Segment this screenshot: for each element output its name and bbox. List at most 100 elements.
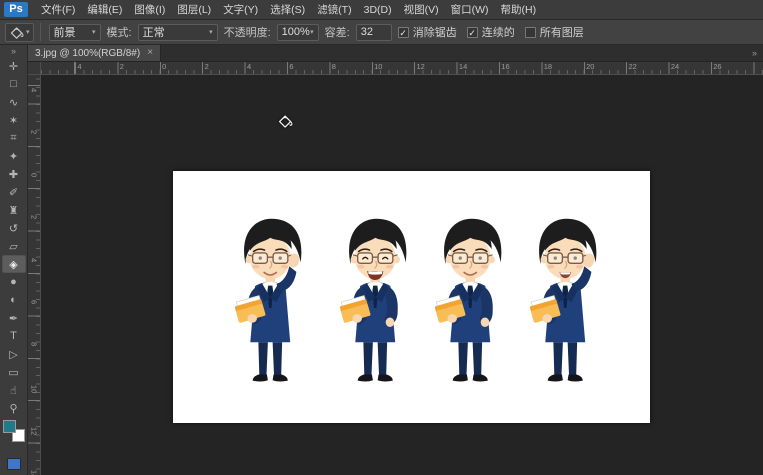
tool-icon: ☝ xyxy=(10,384,17,397)
tool-icon: ✦ xyxy=(9,150,18,163)
menu-view[interactable]: 视图(V) xyxy=(398,0,445,19)
tool-icon: ▭ xyxy=(8,366,18,379)
fill-source-value: 前景 xyxy=(54,24,76,40)
ruler-label: 20 xyxy=(584,62,626,71)
toolbar-collapse-icon[interactable]: » xyxy=(11,46,16,57)
tolerance-field[interactable]: 32 xyxy=(356,24,392,41)
history-brush-tool[interactable]: ↺ xyxy=(2,219,26,237)
paint-bucket-icon xyxy=(9,25,24,40)
tool-icon: ▷ xyxy=(9,348,17,361)
blur-tool[interactable]: ● xyxy=(2,273,26,291)
ruler-label: 26 xyxy=(711,62,753,71)
ruler-label: 8 xyxy=(30,340,39,382)
close-icon[interactable]: × xyxy=(147,48,153,58)
menu-image[interactable]: 图像(I) xyxy=(128,0,171,19)
tool-icon: ▱ xyxy=(9,240,17,253)
ruler-label: 18 xyxy=(542,62,584,71)
eyedropper-tool[interactable]: ✦ xyxy=(2,147,26,165)
photoshop-window: Ps 文件(F)编辑(E)图像(I)图层(L)文字(Y)选择(S)滤镜(T)3D… xyxy=(0,0,763,475)
paint-bucket-cursor xyxy=(277,113,293,134)
document-tab[interactable]: 3.jpg @ 100%(RGB/8#) × xyxy=(28,45,161,61)
tool-icon: ● xyxy=(10,276,17,288)
tool-icon: ↺ xyxy=(9,222,18,235)
tool-icon: T xyxy=(10,330,17,342)
ruler-label: 6 xyxy=(30,298,39,340)
marquee-tool[interactable]: □ xyxy=(2,75,26,93)
ruler-label: 2 xyxy=(30,128,39,170)
checkbox-label: 连续的 xyxy=(482,24,515,40)
checkbox-box: ✓ xyxy=(467,27,478,38)
fill-source-select[interactable]: 前景 ▾ xyxy=(49,24,101,41)
menu-type[interactable]: 文字(Y) xyxy=(217,0,264,19)
ruler-label: 8 xyxy=(330,62,372,71)
ruler-label: 12 xyxy=(30,425,39,467)
clone-stamp-tool[interactable]: ♜ xyxy=(2,201,26,219)
divider xyxy=(40,23,41,41)
ruler-label: 14 xyxy=(30,468,39,475)
opacity-label: 不透明度: xyxy=(224,24,271,40)
ruler-label: 2 xyxy=(30,213,39,255)
shape-tool[interactable]: ▭ xyxy=(2,363,26,381)
ruler-label: 6 xyxy=(287,62,329,71)
checkbox-contiguous[interactable]: ✓ 连续的 xyxy=(467,24,515,40)
brush-tool[interactable]: ✐ xyxy=(2,183,26,201)
menu-filter[interactable]: 滤镜(T) xyxy=(311,0,357,19)
screen-mode-button[interactable] xyxy=(7,458,21,470)
checkbox-label: 所有图层 xyxy=(540,24,584,40)
menu-edit[interactable]: 编辑(E) xyxy=(81,0,128,19)
blend-mode-select[interactable]: 正常 ▾ xyxy=(138,24,218,41)
opacity-field[interactable]: 100% ▾ xyxy=(277,24,319,41)
menu-layer[interactable]: 图层(L) xyxy=(171,0,217,19)
canvas-area[interactable] xyxy=(41,75,763,475)
tool-icon: □ xyxy=(10,78,17,90)
tolerance-value: 32 xyxy=(361,26,373,38)
tool-preset-picker[interactable]: ▾ xyxy=(5,23,34,42)
menu-select[interactable]: 选择(S) xyxy=(264,0,311,19)
ruler-label: 10 xyxy=(372,62,414,71)
canvas-row: 4202468101214 xyxy=(28,75,763,475)
horizontal-ruler[interactable]: 64202468101214161820222426 xyxy=(41,62,763,75)
path-selection-tool[interactable]: ▷ xyxy=(2,345,26,363)
vertical-ruler[interactable]: 4202468101214 xyxy=(28,75,41,475)
tool-icon: ◈ xyxy=(9,258,17,271)
checkbox-box: ✓ xyxy=(398,27,409,38)
zoom-tool[interactable]: ⚲ xyxy=(2,399,26,417)
checkbox-anti-alias[interactable]: ✓ 消除锯齿 xyxy=(398,24,457,40)
tool-icon: ∿ xyxy=(9,96,18,109)
horizontal-ruler-labels: 64202468101214161820222426 xyxy=(41,62,754,71)
chevron-down-icon: ▾ xyxy=(310,28,314,36)
ruler-label: 24 xyxy=(669,62,711,71)
paint-bucket-tool[interactable]: ◈ xyxy=(2,255,26,273)
ruler-label: 0 xyxy=(30,171,39,213)
dodge-tool[interactable]: ◐ xyxy=(2,291,26,309)
ruler-label: 4 xyxy=(245,62,287,71)
foreground-color-swatch[interactable] xyxy=(3,420,16,433)
eraser-tool[interactable]: ▱ xyxy=(2,237,26,255)
tool-icon: ✛ xyxy=(9,60,18,73)
vertical-ruler-labels: 4202468101214 xyxy=(28,86,40,475)
tools-panel: » ✛ □ ∿ ✶ ⌗ ✦ ✚ ✐ ♜ xyxy=(0,45,28,475)
chevron-down-icon: ▾ xyxy=(26,28,30,36)
move-tool[interactable]: ✛ xyxy=(2,57,26,75)
ruler-label: 22 xyxy=(626,62,668,71)
menu-file[interactable]: 文件(F) xyxy=(35,0,81,19)
lasso-tool[interactable]: ∿ xyxy=(2,93,26,111)
tolerance-label: 容差: xyxy=(325,24,350,40)
quick-selection-tool[interactable]: ✶ xyxy=(2,111,26,129)
crop-tool[interactable]: ⌗ xyxy=(2,129,26,147)
type-tool[interactable]: T xyxy=(2,327,26,345)
menu-help[interactable]: 帮助(H) xyxy=(495,0,543,19)
menu-3d[interactable]: 3D(D) xyxy=(358,0,398,19)
checkbox-all-layers[interactable]: 所有图层 xyxy=(525,24,584,40)
document-tab-bar: 3.jpg @ 100%(RGB/8#) × » xyxy=(28,45,763,62)
tool-icon: ✚ xyxy=(9,168,18,181)
healing-brush-tool[interactable]: ✚ xyxy=(2,165,26,183)
document-image[interactable] xyxy=(173,171,650,423)
menu-window[interactable]: 窗口(W) xyxy=(445,0,495,19)
color-swatches xyxy=(3,420,25,442)
hand-tool[interactable]: ☝ xyxy=(2,381,26,399)
pen-tool[interactable]: ✒ xyxy=(2,309,26,327)
ruler-label: 16 xyxy=(499,62,541,71)
panel-collapse-icon[interactable]: » xyxy=(752,48,763,58)
document-area: 3.jpg @ 100%(RGB/8#) × » 642024681012141… xyxy=(28,45,763,475)
